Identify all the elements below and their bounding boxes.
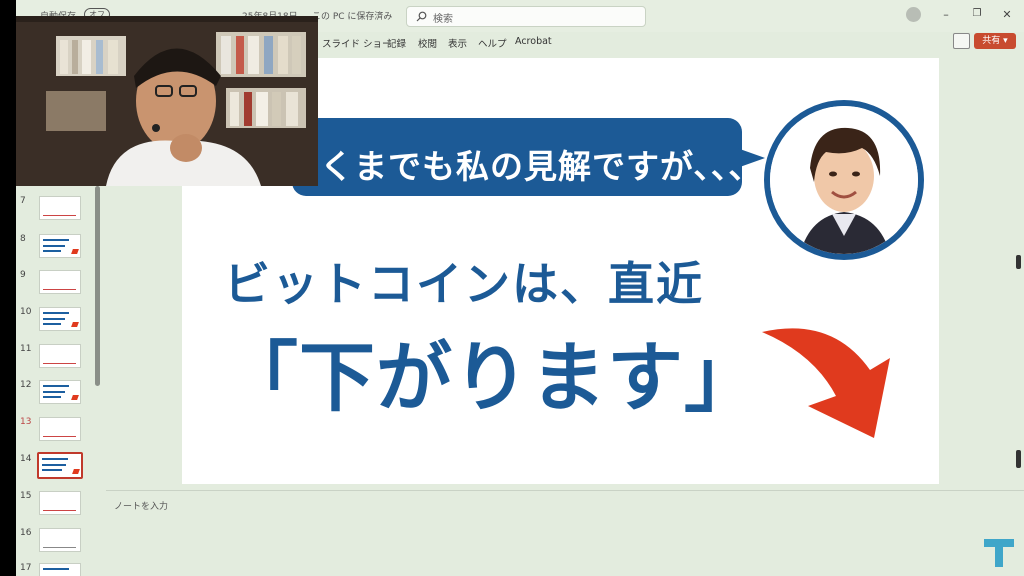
webcam-overlay (16, 16, 318, 186)
powerpoint-window: 自動保存 オフ 25年8月18日 ... この PC に保存済み 検索 – ❐ … (16, 0, 1024, 576)
thumb-number: 8 (20, 234, 26, 244)
notes-pane[interactable]: ノートを入力 (106, 490, 1024, 576)
thumb-number: 9 (20, 270, 26, 280)
slide-thumbnail-17[interactable] (39, 563, 81, 576)
slide-thumbnail-pane: 7 8 9 10 11 12 13 14 15 16 17 (16, 186, 106, 576)
speaker-portrait (764, 100, 924, 260)
slide-thumbnail-12[interactable] (39, 380, 81, 404)
thumb-number: 11 (20, 344, 32, 354)
thumb-number: 16 (20, 528, 32, 538)
search-icon (416, 11, 427, 22)
red-down-arrow-icon (762, 328, 890, 438)
slide-thumbnail-10[interactable] (39, 307, 81, 331)
presenter-video (16, 16, 318, 186)
close-button[interactable]: ✕ (999, 8, 1015, 21)
tab-view[interactable]: 表示 (448, 36, 467, 50)
portrait-image (770, 106, 918, 254)
tab-help[interactable]: ヘルプ (478, 36, 507, 50)
share-button[interactable]: 共有 ▾ (974, 33, 1016, 49)
search-box[interactable]: 検索 (406, 6, 646, 27)
tab-review[interactable]: 校閲 (418, 36, 437, 50)
thumbnail-scrollbar[interactable] (95, 186, 100, 386)
search-placeholder: 検索 (433, 14, 453, 25)
save-status[interactable]: この PC に保存済み (312, 9, 392, 22)
thumb-number: 10 (20, 307, 32, 317)
slide-thumbnail-15[interactable] (39, 491, 81, 515)
thumb-number: 14 (20, 454, 32, 464)
thumb-number: 17 (20, 563, 32, 573)
bubble-text: くまでも私の見解ですが、、、 (320, 147, 763, 186)
channel-logo-icon (984, 539, 1014, 567)
headline-line-2: 「下がります」 (222, 333, 761, 422)
slide-thumbnail-13[interactable] (39, 417, 81, 441)
comments-icon[interactable] (953, 33, 970, 49)
slide-thumbnail-8[interactable] (39, 234, 81, 258)
tab-record[interactable]: 記録 (387, 36, 406, 50)
thumb-number: 7 (20, 196, 26, 206)
thumb-number: 13 (20, 417, 32, 427)
slide-thumbnail-16[interactable] (39, 528, 81, 552)
slide-thumbnail-7[interactable] (39, 196, 81, 220)
slide-thumbnail-14-selected[interactable] (37, 452, 83, 479)
minimize-button[interactable]: – (938, 8, 954, 21)
thumb-number: 15 (20, 491, 32, 501)
slide-thumbnail-11[interactable] (39, 344, 81, 368)
thumb-number: 12 (20, 380, 32, 390)
headline-line-1: ビットコインは、直近 (224, 257, 704, 311)
tab-slideshow[interactable]: スライド ショー (322, 36, 392, 50)
account-icon[interactable] (906, 7, 921, 22)
editor-scrollbar[interactable] (1016, 255, 1021, 269)
slide-thumbnail-9[interactable] (39, 270, 81, 294)
restore-button[interactable]: ❐ (969, 8, 985, 19)
tab-acrobat[interactable]: Acrobat (515, 36, 552, 47)
notes-placeholder: ノートを入力 (114, 502, 169, 512)
editor-scrollbar-lower[interactable] (1016, 450, 1021, 468)
share-label: 共有 (982, 36, 1001, 46)
